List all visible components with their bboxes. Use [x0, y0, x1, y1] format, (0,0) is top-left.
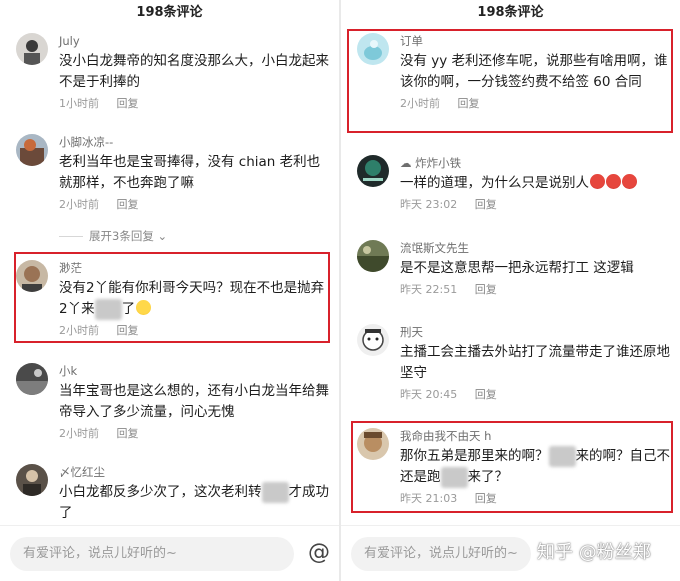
reply-button[interactable]: 回复 — [117, 198, 139, 211]
avatar[interactable] — [357, 324, 389, 356]
cloud-icon: ☁ — [400, 156, 416, 170]
comment-time: 1小时前 — [59, 97, 99, 110]
comment-text: 一样的道理，为什么只是说别人 — [400, 173, 672, 194]
highlight-box — [347, 29, 673, 133]
reply-button[interactable]: 回复 — [475, 283, 497, 296]
divider-line — [59, 236, 83, 237]
comment-username[interactable]: ☁ 炸炸小铁 — [400, 155, 672, 171]
left-comment-panel: 198条评论 July 没小白龙舞帝的知名度没那么大，小白龙起来不是于利捧的 1… — [0, 0, 339, 581]
comment-text: 没小白龙舞帝的知名度没那么大，小白龙起来不是于利捧的 — [59, 53, 329, 90]
angry-emoji-icon — [606, 174, 621, 189]
comment-username[interactable]: 流氓斯文先生 — [400, 240, 672, 256]
comment-username[interactable]: July — [59, 33, 331, 49]
avatar[interactable] — [16, 363, 48, 395]
comment-text: 老利当年也是宝哥捧得，没有 chian 老利也就那样，不也奔跑了嘛 — [59, 154, 321, 191]
angry-emoji-icon — [590, 174, 605, 189]
expand-replies-label: 展开3条回复 — [89, 229, 154, 243]
blurred-text: 某某 — [261, 482, 289, 503]
at-mention-icon[interactable]: @ — [304, 538, 334, 568]
comment-time: 昨天 22:51 — [400, 283, 458, 296]
comment-username[interactable]: 小脚冰凉-- — [59, 134, 331, 150]
reply-button[interactable]: 回复 — [475, 388, 497, 401]
comment-count-title: 198条评论 — [477, 5, 544, 20]
reply-button[interactable]: 回复 — [117, 427, 139, 440]
comment-input-bar: 有爱评论，说点儿好听的~ 知乎 @粉丝郑 — [341, 525, 680, 581]
screenshot-composite: 198条评论 July 没小白龙舞帝的知名度没那么大，小白龙起来不是于利捧的 1… — [0, 0, 680, 581]
reply-button[interactable]: 回复 — [117, 97, 139, 110]
comment-username[interactable]: 刑天 — [400, 324, 672, 340]
comment-time: 2小时前 — [59, 198, 99, 211]
comment-input[interactable]: 有爱评论，说点儿好听的~ — [351, 537, 531, 571]
angry-emoji-icon — [622, 174, 637, 189]
comment-count-title: 198条评论 — [136, 5, 203, 20]
avatar[interactable] — [16, 464, 48, 496]
avatar[interactable] — [357, 240, 389, 272]
comment-text: 是不是这意思帮一把永远帮打工 这逻辑 — [400, 260, 634, 276]
right-comment-panel: 198条评论 订单 没有 yy 老利还修车呢，说那些有啥用啊，谁该你的啊，一分钱… — [341, 0, 680, 581]
reply-button[interactable]: 回复 — [475, 198, 497, 211]
highlight-box — [14, 252, 330, 343]
avatar[interactable] — [357, 155, 389, 187]
avatar[interactable] — [16, 33, 48, 65]
comment-time: 2小时前 — [59, 427, 99, 440]
avatar[interactable] — [16, 134, 48, 166]
comment-username[interactable]: 小k — [59, 363, 331, 379]
watermark-text: 知乎 @粉丝郑 — [537, 542, 651, 563]
comment-input-bar: 有爱评论，说点儿好听的~ @ — [0, 525, 339, 581]
comment-time: 昨天 23:02 — [400, 198, 458, 211]
comment-text: 主播工会主播去外站打了流量带走了谁还原地坚守 — [400, 344, 670, 381]
comment-username[interactable]: 〆忆红尘 — [59, 464, 331, 480]
highlight-box — [351, 421, 673, 513]
expand-replies-button[interactable]: 展开3条回复 ⌄ — [59, 228, 167, 244]
comment-input[interactable]: 有爱评论，说点儿好听的~ — [10, 537, 294, 571]
chevron-down-icon: ⌄ — [153, 229, 168, 243]
comment-text: 小白龙都反多少次了，这次老利转某某才成功了 — [59, 482, 329, 521]
comment-time: 昨天 20:45 — [400, 388, 458, 401]
comment-text: 当年宝哥也是这么想的，还有小白龙当年给舞帝导入了多少流量，问心无愧 — [59, 383, 329, 420]
